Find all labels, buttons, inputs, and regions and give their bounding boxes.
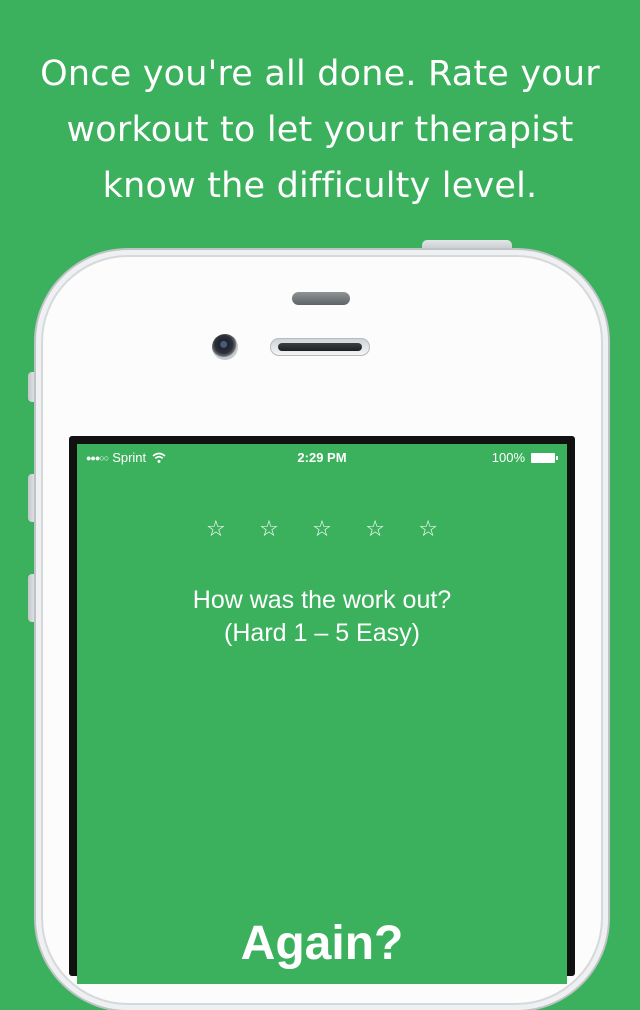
question-line-1: How was the work out? [192, 586, 452, 614]
rating-star-5-icon[interactable]: ☆ [418, 516, 438, 544]
battery-percentage: 100% [491, 450, 525, 465]
app-screen: ●●●○○ Sprint 2:29 PM 100% ☆ ☆ ☆ ☆ ☆ How … [77, 444, 567, 984]
rating-star-4-icon[interactable]: ☆ [365, 516, 385, 544]
rating-star-3-icon[interactable]: ☆ [312, 516, 332, 544]
star-rating: ☆ ☆ ☆ ☆ ☆ [206, 516, 438, 544]
battery-full-icon [531, 452, 559, 463]
rating-question: How was the work out? (Hard 1 – 5 Easy) [77, 584, 567, 650]
again-button[interactable]: Again? [77, 916, 567, 972]
phone-volume-up-button [28, 474, 36, 522]
phone-mute-switch [28, 372, 36, 402]
phone-earpiece-speaker [270, 338, 370, 356]
status-bar: ●●●○○ Sprint 2:29 PM 100% [77, 444, 567, 472]
rating-star-2-icon[interactable]: ☆ [259, 516, 279, 544]
phone-volume-down-button [28, 574, 36, 622]
promo-headline: Once you're all done. Rate your workout … [20, 46, 620, 214]
phone-power-button [422, 240, 512, 250]
headline-line-2: workout to let your therapist [66, 110, 574, 150]
headline-line-1: Once you're all done. Rate your [40, 54, 600, 94]
question-line-2: (Hard 1 – 5 Easy) [224, 619, 420, 647]
phone-proximity-sensor [292, 292, 350, 305]
headline-line-3: know the difficulty level. [102, 166, 538, 206]
status-right: 100% [492, 450, 559, 465]
front-camera-icon [212, 334, 238, 360]
rating-star-1-icon[interactable]: ☆ [206, 516, 226, 544]
